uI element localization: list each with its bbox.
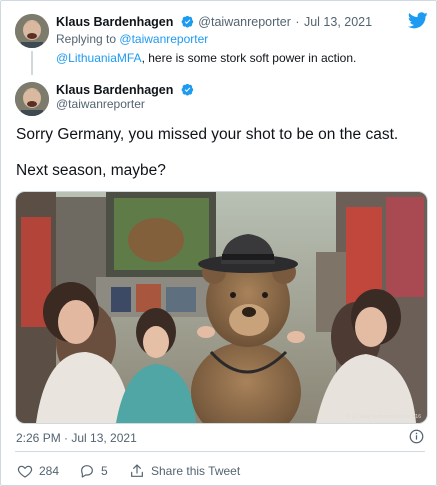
replying-to: Replying to @taiwanreporter [56,32,208,46]
tweet-text-line-1: Sorry Germany, you missed your shot to b… [16,126,399,143]
like-count: 284 [39,464,60,478]
reply-text: @LithuaniaMFA, here is some stork soft p… [56,51,356,65]
author-name[interactable]: Klaus Bardenhagen [56,83,173,97]
heart-icon [17,465,33,478]
reply-button[interactable]: 5 [79,463,108,479]
author-handle[interactable]: @taiwanreporter [56,97,145,111]
mention-link[interactable]: @LithuaniaMFA [56,51,142,65]
verified-badge-icon [181,83,194,96]
info-icon[interactable] [409,429,424,444]
share-button[interactable]: Share this Tweet [129,463,240,479]
tweet-text-line-2: Next season, maybe? [16,162,166,179]
author-name[interactable]: Klaus Bardenhagen [56,15,173,29]
divider [15,451,425,452]
share-icon [131,464,143,477]
replying-to-handle[interactable]: @taiwanreporter [119,32,208,46]
replying-to-label: Replying to [56,32,117,46]
reply-body: , here is some stork soft power in actio… [141,51,357,65]
reply-icon [81,465,93,478]
reply-count: 5 [101,464,108,478]
thread-line [31,51,33,75]
share-label: Share this Tweet [151,464,241,478]
like-button[interactable]: 284 [17,463,59,479]
image-credit: © 11 Tabai Perfumed Grams 4/16 [346,414,421,420]
verified-badge-icon [181,15,194,28]
tweet-timestamp[interactable]: 2:26 PM · Jul 13, 2021 [16,431,137,445]
separator: · [295,15,300,29]
avatar[interactable] [15,14,49,48]
reply-date[interactable]: Jul 13, 2021 [304,15,372,29]
twitter-bird-icon[interactable] [408,12,428,29]
reply-context-header: Klaus Bardenhagen @taiwanreporter · Jul … [56,13,372,31]
author-handle[interactable]: @taiwanreporter [198,15,291,29]
tweet-handle-row: @taiwanreporter [56,97,145,111]
tweet-photo[interactable]: © 11 Tabai Perfumed Grams 4/16 [15,191,428,424]
avatar[interactable] [15,82,49,116]
